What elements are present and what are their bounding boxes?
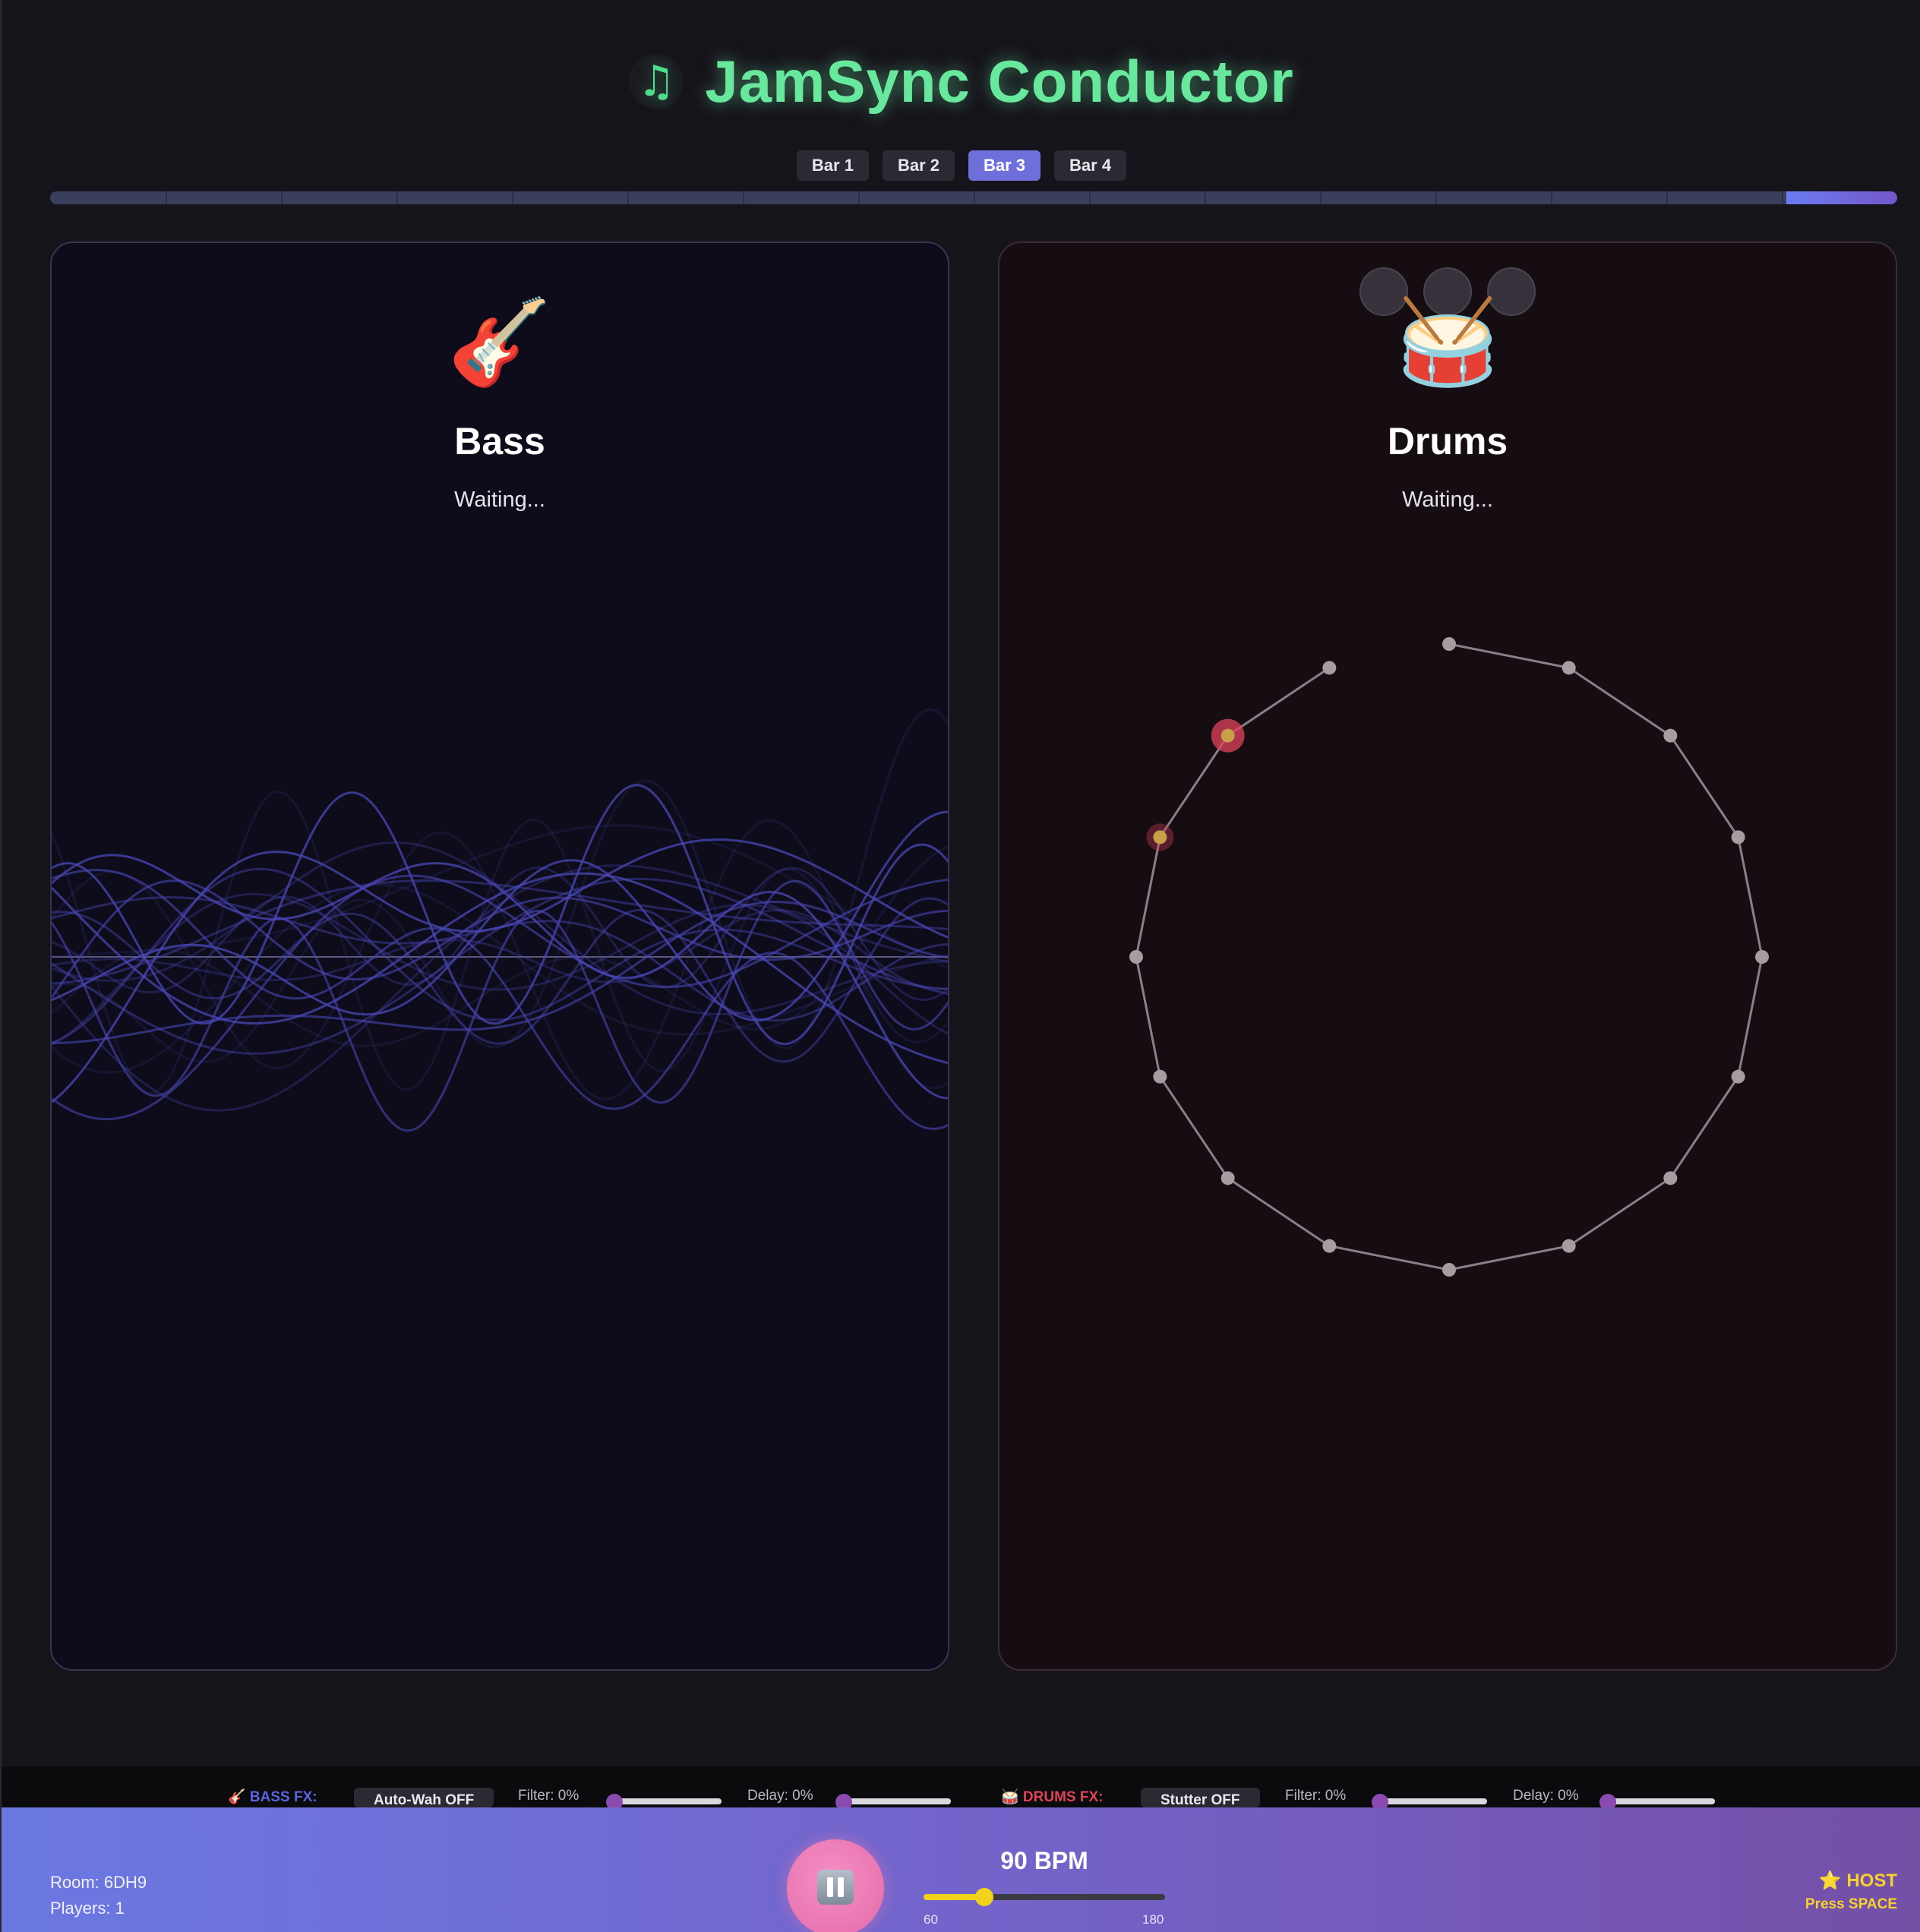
host-badge: ⭐ HOST Press SPACE: [1805, 1870, 1897, 1913]
step-connector: [1227, 667, 1331, 737]
progress-segment-divider: [281, 191, 283, 204]
progress-segment-divider: [1551, 191, 1552, 204]
drum-step-node: [1562, 1239, 1576, 1253]
room-code: Room: 6DH9: [50, 1873, 147, 1892]
progress-segment-divider: [627, 191, 629, 204]
drums-title: Drums: [1387, 420, 1508, 462]
progress-segment-divider: [1320, 191, 1322, 204]
step-connector: [1135, 956, 1161, 1077]
step-connector: [1737, 956, 1764, 1077]
progress-segment-divider: [396, 191, 398, 204]
pause-icon: [817, 1870, 854, 1905]
step-connector: [1329, 1245, 1450, 1271]
tab-bar-1[interactable]: Bar 1: [796, 150, 869, 181]
auto-wah-toggle[interactable]: Auto-Wah OFF: [354, 1788, 494, 1807]
drum-step-node: [1731, 830, 1745, 844]
tab-bar-3[interactable]: Bar 3: [968, 150, 1041, 181]
bass-panel[interactable]: 🎸 Bass Waiting...: [50, 242, 949, 1671]
progress-segment-divider: [858, 191, 860, 204]
progress-segment-divider: [512, 191, 513, 204]
host-hint: Press SPACE: [1805, 1896, 1897, 1912]
bass-delay-label: Delay: 0%: [747, 1788, 813, 1804]
drums-fx-label: 🥁 DRUMS FX:: [1001, 1789, 1104, 1805]
drum-icon: 🥁: [1395, 293, 1500, 390]
bar-tabs: Bar 1 Bar 2 Bar 3 Bar 4: [2, 150, 1920, 181]
host-label: ⭐ HOST: [1818, 1870, 1897, 1891]
drum-step-node: [1442, 637, 1456, 651]
drums-filter-slider[interactable]: [1372, 1794, 1487, 1810]
progress-segment-divider: [1205, 191, 1206, 204]
bass-fx-label: 🎸 BASS FX:: [228, 1789, 317, 1805]
bass-title: Bass: [454, 420, 545, 462]
tab-bar-4[interactable]: Bar 4: [1054, 150, 1127, 181]
drum-step-node: [1129, 950, 1143, 964]
drum-step-node: [1153, 830, 1167, 844]
step-connector: [1227, 1177, 1331, 1247]
progress-segment-divider: [974, 191, 975, 204]
waveform-trace: [52, 864, 948, 1112]
drum-step-node: [1731, 1069, 1745, 1084]
step-connector: [1135, 837, 1161, 958]
bass-delay-slider[interactable]: [835, 1794, 951, 1810]
bpm-slider-thumb[interactable]: [975, 1888, 993, 1906]
drum-step-node: [1663, 1171, 1678, 1185]
progress-segment-divider: [743, 191, 744, 204]
progress-segment-divider: [1089, 191, 1091, 204]
drum-step-node: [1322, 661, 1337, 675]
bpm-slider[interactable]: [924, 1888, 1165, 1906]
drum-step-node: [1663, 728, 1678, 743]
drums-status: Waiting...: [1402, 488, 1493, 512]
drums-panel[interactable]: 🥁 Drums Waiting...: [998, 242, 1897, 1671]
bass-guitar-icon: 🎸: [447, 293, 552, 390]
drums-filter-label: Filter: 0%: [1285, 1788, 1347, 1804]
drum-step-node: [1755, 950, 1769, 964]
progress-segment-divider: [1782, 191, 1783, 204]
step-connector: [1448, 1245, 1569, 1271]
bass-filter-label: Filter: 0%: [518, 1788, 579, 1804]
step-connector: [1159, 734, 1229, 838]
waveform-trace: [52, 872, 948, 1065]
drums-delay-slider[interactable]: [1599, 1794, 1715, 1810]
transport-footer: Room: 6DH9 Players: 1 90 BPM 60 180 ⭐ HO…: [2, 1807, 1920, 1932]
drums-delay-label: Delay: 0%: [1513, 1788, 1579, 1804]
bar-progress: [50, 191, 1897, 204]
bass-filter-slider[interactable]: [606, 1794, 722, 1810]
drum-step-node: [1442, 1263, 1456, 1277]
drum-step-node: [1562, 661, 1576, 675]
drum-step-node: [1322, 1239, 1337, 1253]
pause-button[interactable]: [787, 1839, 884, 1932]
bpm-min-label: 60: [924, 1912, 938, 1927]
progress-segment-divider: [1666, 191, 1668, 204]
step-connector: [1159, 1075, 1229, 1179]
step-connector: [1568, 667, 1672, 737]
app-title: JamSync Conductor: [705, 47, 1294, 115]
bpm-max-label: 180: [1142, 1912, 1164, 1927]
progress-segment-divider: [166, 191, 167, 204]
stutter-toggle[interactable]: Stutter OFF: [1141, 1788, 1260, 1807]
step-connector: [1669, 1075, 1739, 1179]
progress-segment-divider: [1435, 191, 1437, 204]
app-frame: ♫ JamSync Conductor Bar 1 Bar 2 Bar 3 Ba…: [0, 0, 1920, 1932]
bar-progress-fill: [1786, 191, 1897, 204]
drum-step-node: [1221, 728, 1235, 743]
header: ♫ JamSync Conductor: [2, 39, 1920, 123]
music-note-icon: ♫: [629, 54, 684, 109]
drum-step-node: [1153, 1069, 1167, 1084]
step-connector: [1568, 1177, 1672, 1247]
bpm-label: 90 BPM: [1000, 1847, 1088, 1874]
step-connector: [1737, 837, 1764, 958]
tab-bar-2[interactable]: Bar 2: [882, 150, 955, 181]
step-connector: [1669, 734, 1739, 838]
player-count: Players: 1: [50, 1899, 125, 1918]
room-info: Room: 6DH9 Players: 1: [50, 1870, 147, 1921]
waveform-trace: [52, 790, 948, 1094]
drum-step-node: [1221, 1171, 1235, 1185]
step-connector: [1448, 642, 1569, 669]
fx-strip: 🎸 BASS FX: Auto-Wah OFF Filter: 0% Delay…: [2, 1766, 1920, 1810]
bass-status: Waiting...: [454, 488, 545, 512]
